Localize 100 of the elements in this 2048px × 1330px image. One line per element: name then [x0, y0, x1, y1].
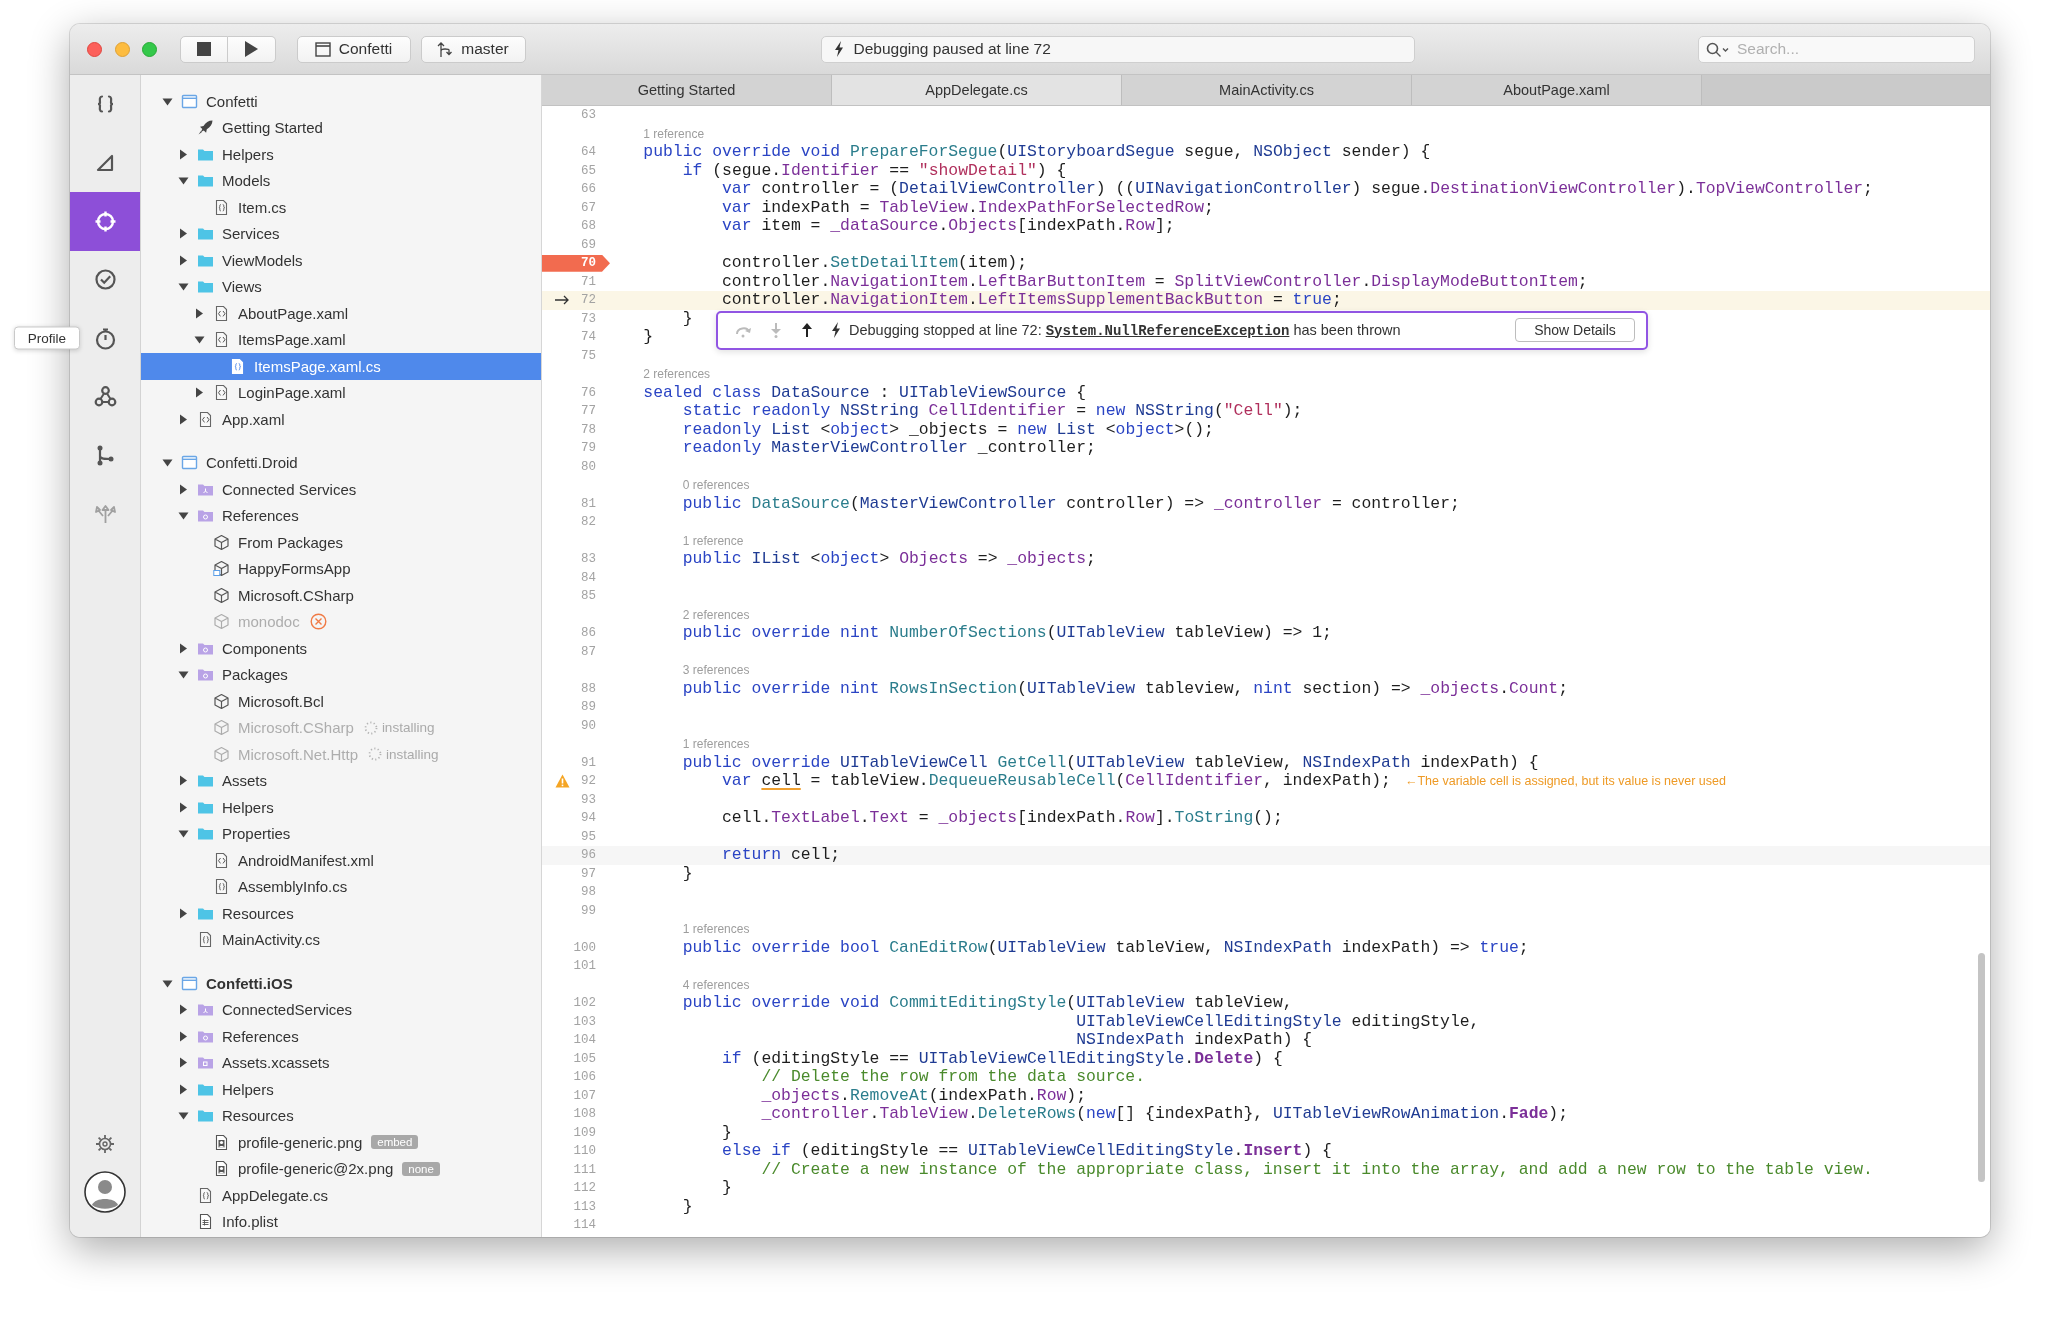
tree-item[interactable]: Helpers — [141, 1076, 541, 1103]
tree-item[interactable]: References — [141, 502, 541, 529]
tree-item[interactable]: Confetti — [141, 88, 541, 115]
disclosure-triangle-icon[interactable] — [178, 1057, 189, 1069]
code-line: var item = _dataSource.Objects[indexPath.Row]; — [722, 217, 1175, 236]
branch-button[interactable]: master — [420, 35, 526, 63]
settings-icon[interactable] — [95, 1134, 115, 1154]
tree-item[interactable]: Components — [141, 635, 541, 662]
markup-file-icon — [213, 851, 230, 869]
disclosure-triangle-icon[interactable] — [178, 775, 189, 787]
stop-button[interactable] — [179, 35, 228, 63]
tree-item[interactable]: Assets.xcassets — [141, 1049, 541, 1076]
line-number: 112 — [573, 1181, 597, 1196]
tree-item[interactable]: profile-generic@2x.png none — [141, 1155, 541, 1182]
disclosure-triangle-icon[interactable] — [178, 281, 189, 293]
tree-item[interactable]: Assets — [141, 767, 541, 794]
disclosure-triangle-icon[interactable] — [162, 457, 173, 469]
code-line: controller.SetDetailItem(item); — [722, 254, 1027, 273]
tree-item[interactable]: Services — [141, 220, 541, 247]
line-number: 82 — [581, 515, 597, 530]
tree-item[interactable]: Confetti.iOS — [141, 970, 541, 997]
disclosure-triangle-icon[interactable] — [178, 413, 189, 425]
status-badge: embed — [371, 1135, 419, 1150]
code-file-icon — [229, 357, 246, 375]
disclosure-triangle-icon[interactable] — [178, 828, 189, 840]
tree-item[interactable]: profile-generic.png embed — [141, 1129, 541, 1156]
tree-item[interactable]: Getting Started — [141, 114, 541, 141]
tree-item[interactable]: App.xaml — [141, 406, 541, 433]
tree-item[interactable]: ViewModels — [141, 247, 541, 274]
window-icon — [314, 41, 331, 57]
disclosure-triangle-icon[interactable] — [178, 254, 189, 266]
spinner-icon — [368, 747, 383, 762]
disclosure-triangle-icon[interactable] — [178, 1110, 189, 1122]
disclosure-triangle-icon[interactable] — [178, 669, 189, 681]
disclosure-triangle-icon[interactable] — [178, 642, 189, 654]
disclosure-triangle-icon[interactable] — [178, 175, 189, 187]
close-button[interactable] — [87, 41, 102, 57]
tree-item[interactable]: ConnectedServices — [141, 996, 541, 1023]
disclosure-triangle-icon[interactable] — [194, 387, 205, 399]
line-number: 72 — [581, 293, 597, 308]
tree-item[interactable]: Item.cs — [141, 194, 541, 221]
branch-icon — [437, 40, 454, 58]
tree-item[interactable]: AppDelegate.cs — [141, 1182, 541, 1209]
scheme-button[interactable]: Confetti — [296, 35, 411, 63]
tree-item[interactable]: MainActivity.cs — [141, 926, 541, 953]
tree-item[interactable]: ItemsPage.xaml — [141, 326, 541, 353]
editor-tab[interactable]: MainActivity.cs — [1122, 75, 1412, 105]
tree-item[interactable]: References — [141, 1023, 541, 1050]
tree-item[interactable]: Resources — [141, 1102, 541, 1129]
run-button[interactable] — [227, 35, 276, 63]
editor-tab[interactable]: Getting Started — [542, 75, 832, 105]
tree-item[interactable]: Resources — [141, 900, 541, 927]
split-arrows-icon — [93, 502, 117, 526]
disclosure-triangle-icon[interactable] — [178, 801, 189, 813]
tree-item[interactable]: AssemblyInfo.cs — [141, 873, 541, 900]
step-out-button[interactable] — [800, 322, 814, 338]
tree-item[interactable]: Models — [141, 167, 541, 194]
code-line: if (editingStyle == UITableViewCellEditingStyle.Delete) { — [722, 1049, 1283, 1068]
disclosure-triangle-icon[interactable] — [178, 510, 189, 522]
disclosure-triangle-icon[interactable] — [178, 1004, 189, 1016]
tree-item[interactable]: Confetti.Droid — [141, 449, 541, 476]
disclosure-triangle-icon[interactable] — [178, 228, 189, 240]
disclosure-triangle-icon[interactable] — [178, 148, 189, 160]
line-number: 71 — [581, 274, 597, 289]
tree-item[interactable]: AndroidManifest.xml — [141, 847, 541, 874]
tree-item[interactable]: Microsoft.Bcl — [141, 688, 541, 715]
line-number: 108 — [573, 1107, 597, 1122]
code-line: public override void PrepareForSegue(UIStoryboardSegue segue, NSObject sender) { — [643, 143, 1431, 162]
lightning-icon — [833, 41, 844, 57]
disclosure-triangle-icon[interactable] — [194, 334, 205, 346]
disclosure-triangle-icon[interactable] — [178, 1030, 189, 1042]
stop-icon — [196, 42, 211, 56]
show-details-button[interactable]: Show Details — [1515, 318, 1635, 342]
tree-item[interactable]: AboutPage.xaml — [141, 300, 541, 327]
tree-item[interactable]: LoginPage.xaml — [141, 379, 541, 406]
tree-item[interactable]: Helpers — [141, 141, 541, 168]
scrollbar[interactable] — [1978, 953, 1985, 1182]
editor-tab[interactable]: AboutPage.xaml — [1412, 75, 1702, 105]
disclosure-triangle-icon[interactable] — [178, 1083, 189, 1095]
line-number: 103 — [573, 1014, 597, 1029]
check-circle-icon — [93, 268, 117, 292]
tree-item[interactable]: HappyFormsApp — [141, 555, 541, 582]
tree-item[interactable]: Helpers — [141, 794, 541, 821]
disclosure-triangle-icon[interactable] — [178, 483, 189, 495]
avatar[interactable] — [84, 1171, 126, 1213]
tree-item[interactable]: Microsoft.CSharp — [141, 582, 541, 609]
list-file-icon — [197, 1213, 214, 1231]
editor-tab[interactable]: AppDelegate.cs — [832, 75, 1122, 105]
package-icon — [213, 719, 230, 737]
tree-item[interactable]: Info.plist — [141, 1208, 541, 1235]
exception-link[interactable]: System.NullReferenceException — [1045, 322, 1290, 339]
search-field[interactable]: Search... — [1698, 35, 1975, 63]
tree-item[interactable]: Packages — [141, 661, 541, 688]
tree-item[interactable]: Views — [141, 273, 541, 300]
tree-item[interactable]: Connected Services — [141, 476, 541, 503]
tree-item[interactable]: Properties — [141, 820, 541, 847]
tree-item[interactable]: From Packages — [141, 529, 541, 556]
activity-tab[interactable] — [70, 192, 140, 251]
disclosure-triangle-icon[interactable] — [178, 907, 189, 919]
disclosure-triangle-icon[interactable] — [194, 307, 205, 319]
